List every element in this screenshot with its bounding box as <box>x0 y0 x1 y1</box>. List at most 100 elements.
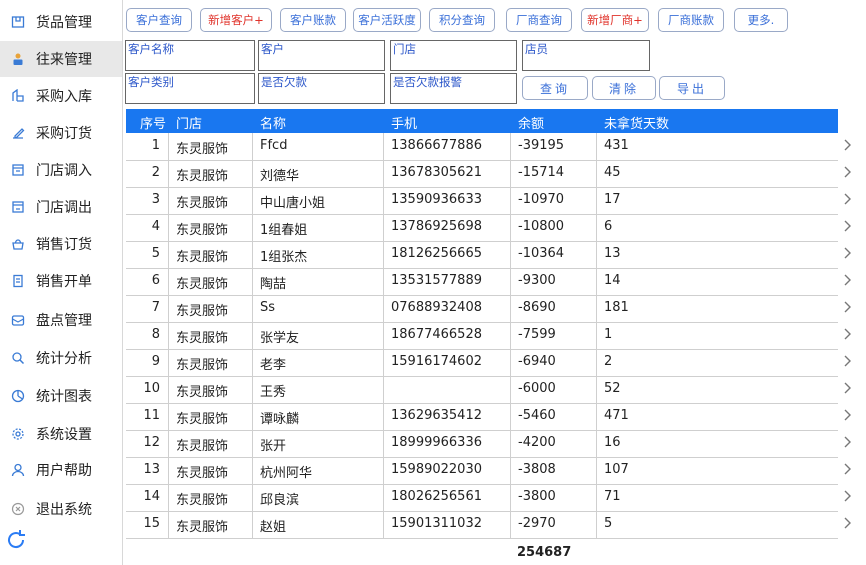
sidebar-item-store-in[interactable]: 门店调入 <box>0 152 122 188</box>
sidebar-item-contacts[interactable]: 往来管理 <box>0 41 122 77</box>
column-header-name[interactable]: 名称 <box>260 113 286 132</box>
table-row[interactable]: 11 东灵服饰 谭咏麟 13629635412 -5460 471 <box>126 403 838 431</box>
table-row[interactable]: 5 东灵服饰 1组张杰 18126256665 -10364 13 <box>126 241 838 269</box>
sidebar-item-settings[interactable]: 系统设置 <box>0 416 122 452</box>
table-row[interactable]: 13 东灵服饰 杭州阿华 15989022030 -3808 107 <box>126 457 838 485</box>
customer-account-button[interactable]: 客户账款 <box>280 8 346 32</box>
column-header-store[interactable]: 门店 <box>176 113 202 132</box>
sidebar-item-purchase-order[interactable]: 采购订货 <box>0 115 122 151</box>
cell-phone: 15916174602 <box>391 354 482 369</box>
row-index: 5 <box>151 246 160 261</box>
sidebar-item-chart[interactable]: 统计图表 <box>0 378 122 414</box>
store-field[interactable]: 门店 <box>390 40 517 71</box>
row-index: 6 <box>151 273 160 288</box>
sidebar-item-purchase-in[interactable]: 采购入库 <box>0 78 122 114</box>
grid-line <box>168 133 169 539</box>
cell-balance: -5460 <box>518 408 556 423</box>
table-row[interactable]: 14 东灵服饰 邱良滨 18026256561 -3800 71 <box>126 484 838 512</box>
vendor-query-button[interactable]: 厂商查询 <box>506 8 572 32</box>
sidebar-item-label: 门店调出 <box>36 200 92 216</box>
table-row[interactable]: 3 东灵服饰 中山唐小姐 13590936633 -10970 17 <box>126 187 838 215</box>
balance-total: 254687 <box>517 545 572 560</box>
sidebar-item-sales-order[interactable]: 销售订货 <box>0 226 122 262</box>
customer-name-field[interactable]: 客户名称 <box>125 40 255 71</box>
add-customer-button[interactable]: 新增客户+ <box>200 8 272 32</box>
column-header-index[interactable]: 序号 <box>140 113 166 132</box>
sidebar-item-user-help[interactable]: 用户帮助 <box>0 452 122 488</box>
sidebar-item-sales-bill[interactable]: 销售开单 <box>0 263 122 299</box>
cell-balance: -7599 <box>518 327 556 342</box>
vendor-account-button[interactable]: 厂商账款 <box>658 8 724 32</box>
sidebar-item-inventory[interactable]: 盘点管理 <box>0 302 122 338</box>
sidebar-item-analysis[interactable]: 统计分析 <box>0 340 122 376</box>
chevron-right-icon[interactable] <box>843 220 851 236</box>
table-row[interactable]: 9 东灵服饰 老李 15916174602 -6940 2 <box>126 349 838 377</box>
clerk-field[interactable]: 店员 <box>522 40 650 71</box>
query-button[interactable]: 查询 <box>522 76 588 100</box>
more-button[interactable]: 更多. <box>734 8 788 32</box>
table-row[interactable]: 10 东灵服饰 王秀 -6000 52 <box>126 376 838 404</box>
chevron-right-icon[interactable] <box>843 301 851 317</box>
owes-alert-field[interactable]: 是否欠款报警 <box>390 73 517 104</box>
chevron-right-icon[interactable] <box>843 247 851 263</box>
purchase-in-icon <box>10 88 26 104</box>
points-query-button[interactable]: 积分查询 <box>429 8 495 32</box>
sidebar-item-label: 货品管理 <box>36 15 92 31</box>
cell-days: 14 <box>604 273 621 288</box>
chevron-right-icon[interactable] <box>843 490 851 506</box>
chevron-right-icon[interactable] <box>843 436 851 452</box>
chevron-right-icon[interactable] <box>843 166 851 182</box>
sidebar-item-exit[interactable]: 退出系统 <box>0 491 122 527</box>
column-header-phone[interactable]: 手机 <box>391 113 417 132</box>
cell-balance: -4200 <box>518 435 556 450</box>
cell-store: 东灵服饰 <box>176 412 229 427</box>
customer-query-button[interactable]: 客户查询 <box>126 8 192 32</box>
chevron-right-icon[interactable] <box>843 382 851 398</box>
cell-name: 陶喆 <box>260 277 287 292</box>
customer-type-field[interactable]: 客户类别 <box>125 73 255 104</box>
inventory-icon <box>10 312 26 328</box>
chevron-right-icon[interactable] <box>843 517 851 533</box>
sidebar-item-store-out[interactable]: 门店调出 <box>0 189 122 225</box>
table-row[interactable]: 8 东灵服饰 张学友 18677466528 -7599 1 <box>126 322 838 350</box>
cell-balance: -8690 <box>518 300 556 315</box>
cell-phone: 13678305621 <box>391 165 482 180</box>
table-row[interactable]: 6 东灵服饰 陶喆 13531577889 -9300 14 <box>126 268 838 296</box>
cell-store: 东灵服饰 <box>176 223 229 238</box>
add-vendor-button[interactable]: 新增厂商+ <box>581 8 649 32</box>
table-row[interactable]: 7 东灵服饰 Ss 07688932408 -8690 181 <box>126 295 838 323</box>
cell-phone: 13786925698 <box>391 219 482 234</box>
clear-button[interactable]: 清除 <box>592 76 656 100</box>
column-header-days[interactable]: 未拿货天数 <box>604 113 669 132</box>
cell-name: 老李 <box>260 358 287 373</box>
customer-field[interactable]: 客户 <box>258 40 385 71</box>
cell-balance: -3808 <box>518 462 556 477</box>
chevron-right-icon[interactable] <box>843 355 851 371</box>
table-row[interactable]: 2 东灵服饰 刘德华 13678305621 -15714 45 <box>126 160 838 188</box>
table-row[interactable]: 4 东灵服饰 1组春姐 13786925698 -10800 6 <box>126 214 838 242</box>
chevron-right-icon[interactable] <box>843 139 851 155</box>
table-row[interactable]: 15 东灵服饰 赵姐 15901311032 -2970 5 <box>126 511 838 539</box>
cell-days: 45 <box>604 165 621 180</box>
chevron-right-icon[interactable] <box>843 274 851 290</box>
cell-store: 东灵服饰 <box>176 439 229 454</box>
chevron-right-icon[interactable] <box>843 463 851 479</box>
chart-icon <box>10 388 26 404</box>
chevron-right-icon[interactable] <box>843 409 851 425</box>
chevron-right-icon[interactable] <box>843 193 851 209</box>
grid-line <box>510 133 511 539</box>
cell-phone: 13629635412 <box>391 408 482 423</box>
cell-balance: -6000 <box>518 381 556 396</box>
table-row[interactable]: 1 东灵服饰 Ffcd 13866677886 -39195 431 <box>126 133 838 161</box>
customer-activity-button[interactable]: 客户活跃度 <box>353 8 421 32</box>
cell-store: 东灵服饰 <box>176 466 229 481</box>
chevron-right-icon[interactable] <box>843 328 851 344</box>
table-row[interactable]: 12 东灵服饰 张开 18999966336 -4200 16 <box>126 430 838 458</box>
sidebar-item-label: 统计分析 <box>36 351 92 367</box>
owes-field[interactable]: 是否欠款 <box>258 73 385 104</box>
refresh-icon[interactable] <box>4 528 30 554</box>
column-header-balance[interactable]: 余额 <box>518 113 544 132</box>
sidebar-item-goods[interactable]: 货品管理 <box>0 4 122 40</box>
export-button[interactable]: 导出 <box>659 76 725 100</box>
cell-balance: -9300 <box>518 273 556 288</box>
